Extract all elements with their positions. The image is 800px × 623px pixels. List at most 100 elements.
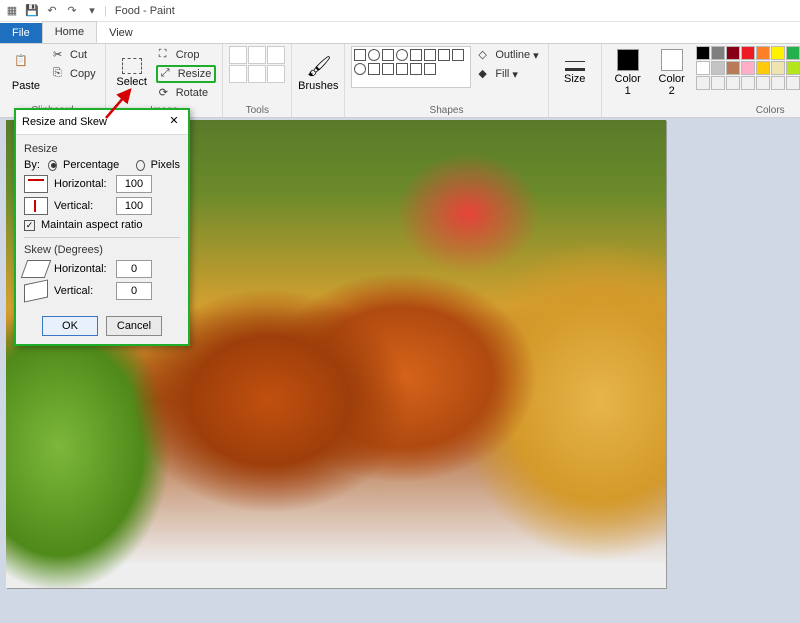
pixels-radio[interactable] — [136, 160, 145, 171]
palette-swatch[interactable] — [771, 61, 785, 75]
color2-button[interactable]: Color 2 — [652, 46, 692, 100]
resize-horizontal-input[interactable] — [116, 175, 152, 193]
rotate-icon: ⟳ — [159, 86, 173, 100]
select-icon — [122, 58, 142, 74]
cancel-button[interactable]: Cancel — [106, 316, 162, 336]
fill-icon: ◆ — [478, 67, 492, 81]
size-button[interactable]: Size — [555, 46, 595, 100]
skew-v-icon — [24, 279, 48, 302]
tab-view[interactable]: View — [97, 23, 145, 43]
palette-swatch[interactable] — [726, 61, 740, 75]
resize-h-icon — [24, 175, 48, 193]
qat-dropdown-icon[interactable]: ▾ — [84, 3, 100, 19]
brushes-button[interactable]: 🖌 Brushes — [298, 46, 338, 100]
close-button[interactable]: ✕ — [166, 114, 182, 130]
palette-swatch[interactable] — [741, 46, 755, 60]
resize-button[interactable]: ⤢Resize — [156, 65, 217, 83]
palette-swatch[interactable] — [711, 61, 725, 75]
palette-swatch[interactable] — [771, 46, 785, 60]
paste-button[interactable]: 📋 Paste — [6, 46, 46, 100]
group-size: Size . — [549, 44, 602, 117]
undo-icon[interactable]: ↶ — [44, 3, 60, 19]
palette-swatch[interactable] — [771, 76, 785, 90]
palette-swatch[interactable] — [711, 46, 725, 60]
resize-v-label: Vertical: — [54, 200, 110, 212]
resize-icon: ⤢ — [161, 67, 175, 81]
titlebar: ▦ 💾 ↶ ↷ ▾ | Food - Paint — [0, 0, 800, 22]
palette-swatch[interactable] — [696, 76, 710, 90]
menu-tabs: File Home View — [0, 22, 800, 44]
group-label: Tools — [229, 105, 285, 117]
percentage-label: Percentage — [63, 159, 119, 171]
palette-swatch[interactable] — [786, 61, 800, 75]
paste-icon: 📋 — [14, 54, 38, 78]
skew-v-label: Vertical: — [54, 285, 110, 297]
palette-swatch[interactable] — [726, 46, 740, 60]
group-label: Shapes — [351, 105, 541, 117]
color1-swatch — [617, 49, 639, 71]
text-icon — [267, 46, 285, 64]
shape-fill-button[interactable]: ◆Fill ▾ — [475, 65, 541, 83]
percentage-radio[interactable] — [48, 160, 57, 171]
by-label: By: — [24, 159, 42, 171]
rotate-button[interactable]: ⟳Rotate — [156, 84, 217, 102]
tool-grid[interactable] — [229, 46, 285, 83]
window-title: Food - Paint — [115, 5, 175, 17]
copy-icon: ⎘ — [53, 67, 67, 81]
color2-swatch — [661, 49, 683, 71]
maintain-aspect-label: Maintain aspect ratio — [41, 219, 143, 231]
redo-icon[interactable]: ↷ — [64, 3, 80, 19]
palette-swatch[interactable] — [696, 46, 710, 60]
resize-v-icon — [24, 197, 48, 215]
cut-icon: ✂ — [53, 48, 67, 62]
copy-button[interactable]: ⎘Copy — [50, 65, 99, 83]
crop-icon: ⛶ — [159, 48, 173, 62]
color1-button[interactable]: Color 1 — [608, 46, 648, 100]
palette-swatch[interactable] — [696, 61, 710, 75]
resize-section-label: Resize — [24, 143, 180, 155]
crop-button[interactable]: ⛶Crop — [156, 46, 217, 64]
group-colors: Color 1 Color 2 Edit colors 🎨 Edit with … — [602, 44, 800, 117]
tab-file[interactable]: File — [0, 23, 42, 43]
dialog-title: Resize and Skew — [22, 116, 107, 128]
zoom-icon — [267, 65, 285, 83]
group-clipboard: 📋 Paste ✂Cut ⎘Copy Clipboard — [0, 44, 106, 117]
palette-swatch[interactable] — [786, 46, 800, 60]
ribbon: 📋 Paste ✂Cut ⎘Copy Clipboard Select ⛶Cro… — [0, 44, 800, 118]
resize-vertical-input[interactable] — [116, 197, 152, 215]
tab-home[interactable]: Home — [42, 21, 97, 43]
group-image: Select ⛶Crop ⤢Resize ⟳Rotate Image — [106, 44, 224, 117]
resize-h-label: Horizontal: — [54, 178, 110, 190]
chevron-down-icon: ▾ — [533, 49, 539, 62]
outline-icon: ◇ — [478, 48, 492, 62]
palette-swatch[interactable] — [756, 76, 770, 90]
save-icon[interactable]: 💾 — [24, 3, 40, 19]
palette-swatch[interactable] — [741, 61, 755, 75]
resize-skew-dialog: Resize and Skew ✕ Resize By: Percentage … — [14, 108, 190, 346]
palette-swatch[interactable] — [756, 46, 770, 60]
maintain-aspect-checkbox[interactable] — [24, 220, 35, 231]
picker-icon — [248, 65, 266, 83]
shape-outline-button[interactable]: ◇Outline ▾ — [475, 46, 541, 64]
pixels-label: Pixels — [151, 159, 180, 171]
skew-h-icon — [21, 260, 52, 278]
ok-button[interactable]: OK — [42, 316, 98, 336]
palette-swatch[interactable] — [711, 76, 725, 90]
palette-swatch[interactable] — [786, 76, 800, 90]
group-tools: Tools — [223, 44, 292, 117]
quick-access-toolbar: ▦ 💾 ↶ ↷ ▾ | — [4, 3, 107, 19]
skew-horizontal-input[interactable] — [116, 260, 152, 278]
fill-icon — [248, 46, 266, 64]
group-brushes: 🖌 Brushes . — [292, 44, 345, 117]
palette-swatch[interactable] — [756, 61, 770, 75]
shapes-gallery[interactable] — [351, 46, 471, 88]
color-palette[interactable] — [696, 46, 800, 90]
skew-vertical-input[interactable] — [116, 282, 152, 300]
cut-button[interactable]: ✂Cut — [50, 46, 99, 64]
select-button[interactable]: Select — [112, 46, 152, 100]
palette-swatch[interactable] — [741, 76, 755, 90]
palette-swatch[interactable] — [726, 76, 740, 90]
skew-h-label: Horizontal: — [54, 263, 110, 275]
group-label: Colors — [608, 105, 800, 117]
qat-icon[interactable]: ▦ — [4, 3, 20, 19]
